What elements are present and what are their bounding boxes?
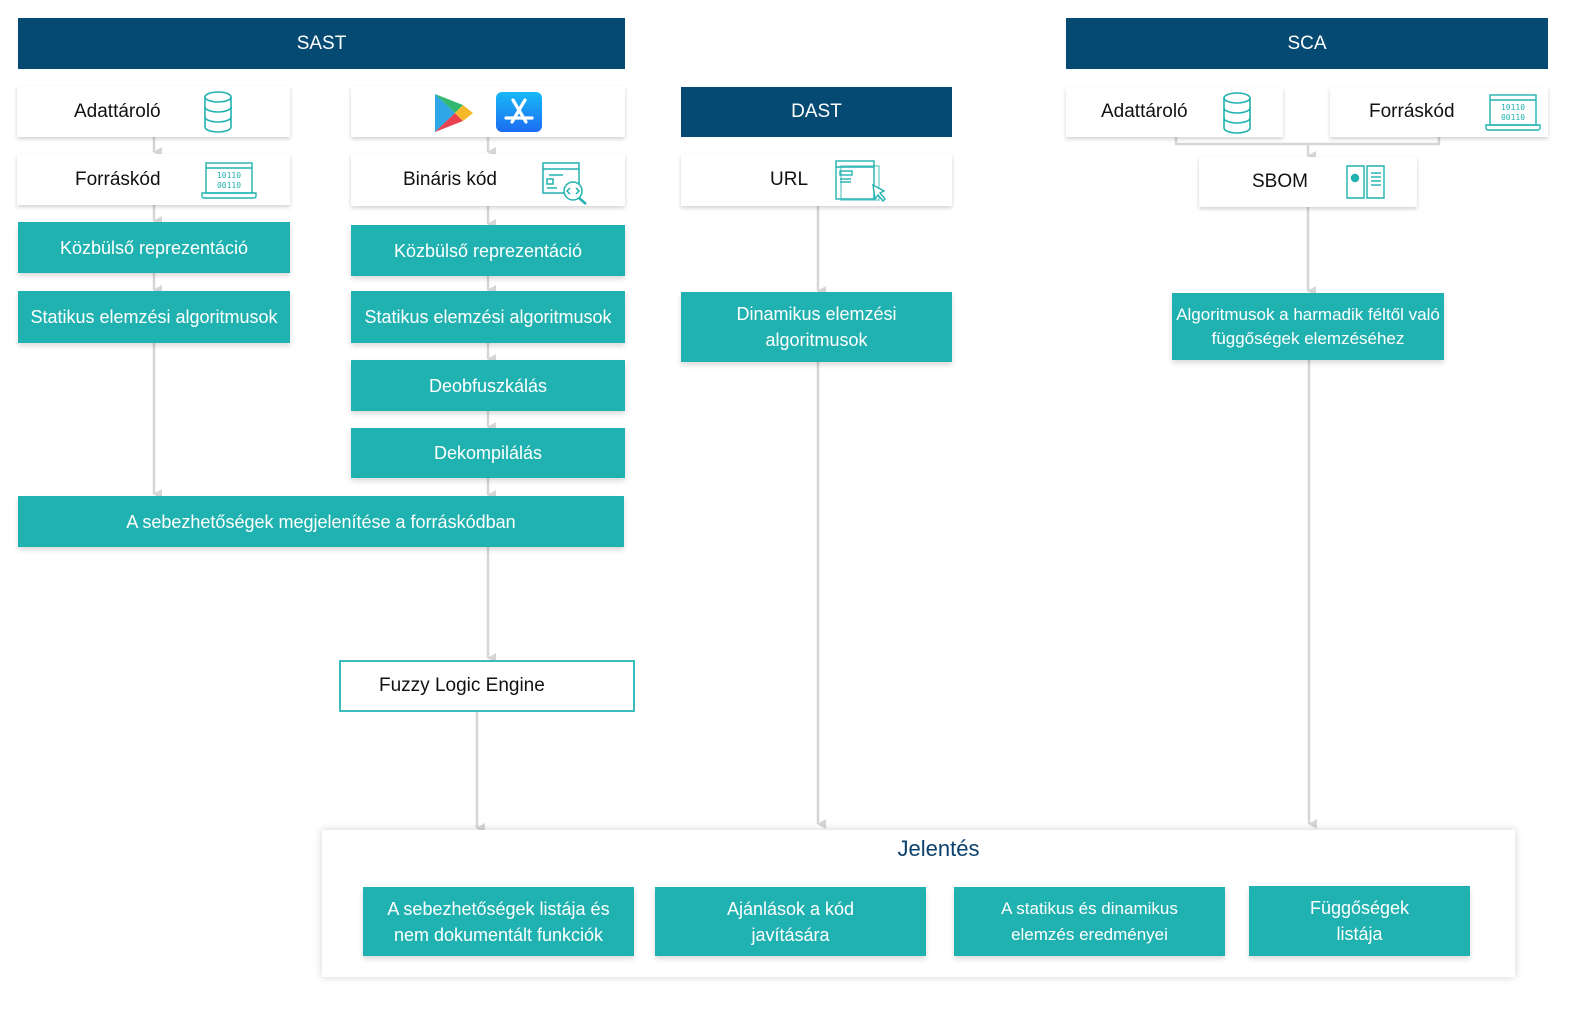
sast-header: SAST (18, 18, 625, 69)
step-label: A sebezhetőségek megjelenítése a forrásk… (126, 511, 516, 532)
report-item-label: Ajánlások a kód javítására (726, 898, 855, 945)
report-item: Függőségek listája (1249, 886, 1470, 956)
step-label: Dekompilálás (433, 443, 543, 463)
fuzzy-label: Fuzzy Logic Engine (379, 675, 545, 696)
laptop-binary-icon: 10110 00110 (201, 161, 257, 205)
step-label: Közbülső reprezentáció (393, 240, 583, 261)
dast-header: DAST (681, 87, 952, 137)
decompilation-step: Dekompilálás (351, 428, 625, 478)
icon-binary-line: 10110 (217, 171, 241, 180)
sast-repository-card: Adattároló (17, 86, 290, 137)
step-label: Statikus elemzési algoritmusok (30, 307, 278, 327)
deobfuscation-step: Deobfuszkálás (351, 360, 625, 411)
repository-label: Adattároló (74, 100, 161, 122)
report-item-label: A statikus és dinamikus elemzés eredmény… (1001, 898, 1178, 944)
dynamic-analysis-step: Dinamikus elemzési algoritmusok (681, 292, 952, 362)
source-code-label: Forráskód (1369, 101, 1455, 122)
report-item: A sebezhetőségek listája és nem dokument… (363, 887, 634, 956)
step-label: Dinamikus elemzési algoritmusok (736, 304, 897, 350)
sca-header: SCA (1066, 18, 1548, 69)
url-label: URL (770, 169, 809, 190)
sca-title: SCA (1287, 32, 1327, 54)
browser-cursor-icon (835, 159, 889, 209)
database-icon (1222, 92, 1252, 140)
report-item: A statikus és dinamikus elemzés eredmény… (954, 887, 1225, 956)
code-inspect-icon (541, 161, 589, 211)
repository-label: Adattároló (1101, 101, 1188, 122)
binary-intermediate-representation: Közbülső reprezentáció (351, 225, 625, 276)
binary-code-card: Bináris kód (351, 154, 625, 206)
sca-repository-card: Adattároló (1066, 87, 1283, 137)
google-play-icon (433, 92, 475, 140)
binary-static-analysis: Statikus elemzési algoritmusok (351, 291, 625, 343)
dependency-analysis-step: Algoritmusok a harmadik féltől való függ… (1172, 293, 1444, 360)
icon-binary-line: 10110 (1501, 103, 1525, 112)
sbom-book-icon (1345, 163, 1387, 207)
app-stores-card (351, 86, 625, 137)
icon-binary-line: 00110 (1501, 113, 1525, 122)
report-panel: Jelentés A sebezhetőségek listája és nem… (322, 830, 1515, 977)
step-label: Közbülső reprezentáció (59, 237, 249, 258)
sca-source-code-card: Forráskód 10110 00110 (1330, 87, 1548, 137)
sast-static-analysis: Statikus elemzési algoritmusok (18, 291, 290, 343)
vulnerabilities-in-source-step: A sebezhetőségek megjelenítése a forrásk… (18, 496, 624, 547)
binary-code-label: Bináris kód (403, 169, 497, 190)
fuzzy-logic-engine: Fuzzy Logic Engine (339, 660, 635, 712)
icon-binary-line: 00110 (217, 181, 241, 190)
sbom-label: SBOM (1252, 171, 1308, 192)
dast-title: DAST (791, 101, 842, 122)
report-item-label: A sebezhetőségek listája és nem dokument… (387, 898, 610, 945)
sast-source-code-card: Forráskód 10110 00110 (17, 154, 290, 205)
report-item: Ajánlások a kód javítására (655, 887, 926, 956)
url-card: URL (681, 154, 952, 206)
laptop-binary-icon: 10110 00110 (1485, 93, 1541, 137)
sast-intermediate-representation: Közbülső reprezentáció (18, 222, 290, 273)
source-code-label: Forráskód (75, 168, 161, 190)
sbom-card: SBOM (1199, 157, 1417, 207)
step-label: Deobfuszkálás (428, 375, 548, 396)
step-label: Statikus elemzési algoritmusok (364, 307, 612, 327)
app-store-icon (496, 92, 542, 138)
report-item-label: Függőségek listája (1309, 898, 1410, 944)
database-icon (203, 91, 233, 139)
step-label: Algoritmusok a harmadik féltől való függ… (1176, 304, 1440, 348)
sast-title: SAST (296, 32, 347, 54)
report-title: Jelentés (897, 836, 980, 861)
connector (1174, 137, 1441, 146)
